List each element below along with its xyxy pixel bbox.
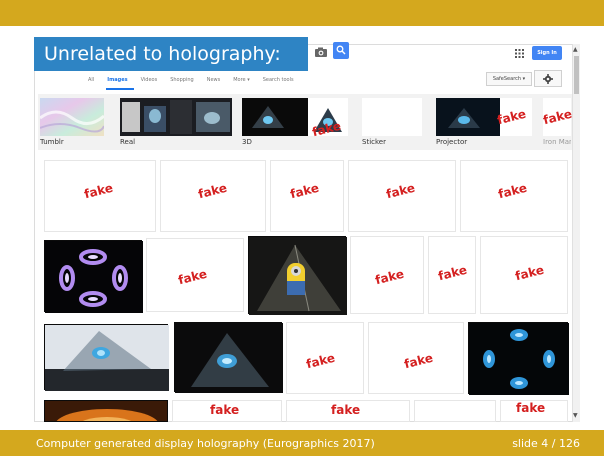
- tab-search-tools[interactable]: Search tools: [263, 74, 294, 86]
- fake-stamp: fake: [210, 403, 240, 417]
- sticker-thumbnail: [362, 98, 422, 136]
- related-label: Real: [120, 138, 136, 146]
- image-result[interactable]: [44, 400, 168, 422]
- orange-glow-photo: [45, 401, 167, 421]
- tab-more[interactable]: More ▾: [233, 74, 250, 86]
- real-thumbnail: [120, 98, 232, 136]
- slide-caption: Unrelated to holography:: [34, 37, 308, 71]
- related-label: 3D: [242, 138, 252, 146]
- minion-pyramid-photo: [249, 237, 347, 315]
- related-chip-sticker[interactable]: Sticker: [362, 94, 424, 150]
- search-tabs: All Images Videos Shopping News More ▾ S…: [88, 74, 307, 86]
- fake-stamp: fake: [516, 401, 546, 415]
- related-label: Sticker: [362, 138, 386, 146]
- scrollbar[interactable]: [572, 44, 580, 422]
- tab-images[interactable]: Images: [107, 74, 127, 86]
- related-label: Projector: [436, 138, 468, 146]
- active-tab-underline: [106, 88, 134, 90]
- image-result[interactable]: [174, 322, 283, 393]
- gear-icon: [543, 74, 553, 84]
- tab-videos[interactable]: Videos: [141, 74, 158, 86]
- safesearch-dropdown[interactable]: SafeSearch ▾: [486, 72, 532, 86]
- sign-in-button[interactable]: Sign In: [532, 46, 562, 60]
- jellyfish-quad-photo: [469, 323, 569, 395]
- slide-number: slide 4 / 126: [512, 437, 580, 450]
- fake-stamp: fake: [331, 403, 361, 417]
- scroll-up-icon[interactable]: ▲: [573, 46, 578, 53]
- related-label: Iron Man: [543, 138, 571, 146]
- tab-news[interactable]: News: [207, 74, 221, 86]
- image-result[interactable]: [44, 324, 169, 391]
- settings-button[interactable]: [534, 70, 562, 87]
- tumblr-thumbnail: [40, 98, 104, 136]
- related-chip-tumblr[interactable]: Tumblr: [40, 94, 110, 150]
- hologram-rings-photo: [45, 241, 143, 313]
- top-band: [0, 0, 604, 26]
- tab-all[interactable]: All: [88, 74, 94, 86]
- pyramid-jellyfish-photo: [45, 325, 169, 391]
- related-label: Tumblr: [40, 138, 64, 146]
- image-result[interactable]: [44, 240, 143, 313]
- related-chip-real[interactable]: Real: [120, 94, 232, 150]
- pyramid-glow-photo: [175, 323, 283, 393]
- footer-title: Computer generated display holography (E…: [36, 437, 375, 450]
- image-result[interactable]: [248, 236, 347, 315]
- scroll-thumb[interactable]: [574, 56, 579, 94]
- apps-grid-icon[interactable]: [515, 49, 524, 58]
- image-result[interactable]: [468, 322, 569, 395]
- search-button[interactable]: [333, 42, 349, 59]
- image-result[interactable]: [414, 400, 496, 422]
- tab-shopping[interactable]: Shopping: [170, 74, 193, 86]
- camera-icon[interactable]: [314, 45, 328, 59]
- search-icon: [336, 45, 346, 55]
- scroll-down-icon[interactable]: ▼: [573, 412, 578, 419]
